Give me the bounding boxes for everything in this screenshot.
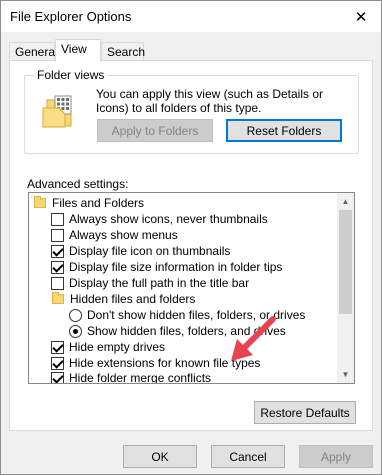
list-item-label: Show hidden files, folders, and drives: [87, 324, 286, 338]
checkbox-display-file-icon[interactable]: [51, 244, 64, 258]
list-item[interactable]: Always show icons, never thumbnails: [51, 211, 268, 227]
reset-folders-button[interactable]: Reset Folders: [226, 119, 342, 142]
folder-icon: [52, 292, 64, 304]
close-icon[interactable]: ✕: [341, 1, 381, 32]
list-item[interactable]: Hide folder merge conflicts: [51, 370, 212, 384]
list-item[interactable]: Display file icon on thumbnails: [51, 243, 230, 259]
list-item[interactable]: Always show menus: [51, 227, 178, 243]
vertical-scrollbar[interactable]: ▲ ▼: [337, 193, 354, 383]
checkbox-hide-empty-drives[interactable]: [51, 340, 64, 354]
checkbox-hide-merge-conflicts[interactable]: [51, 371, 64, 383]
tree-folder-files-and-folders: Files and Folders: [34, 195, 144, 211]
restore-defaults-button[interactable]: Restore Defaults: [254, 401, 356, 424]
folder-views-icon: [42, 95, 72, 128]
apply-to-folders-button[interactable]: Apply to Folders: [97, 119, 213, 142]
list-item-label: Hide extensions for known file types: [69, 356, 261, 370]
list-item-label: Always show menus: [69, 228, 178, 242]
advanced-settings-label: Advanced settings:: [27, 177, 129, 191]
folder-icon: [34, 196, 46, 208]
folder-views-legend: Folder views: [34, 68, 108, 82]
tab-view[interactable]: View: [55, 39, 101, 62]
radio-dont-show-hidden[interactable]: [69, 308, 82, 322]
list-item-label: Display the full path in the title bar: [69, 276, 250, 290]
advanced-settings-list[interactable]: Files and Folders Always show icons, nev…: [28, 192, 355, 384]
list-item[interactable]: Display file size information in folder …: [51, 259, 282, 275]
checkbox-always-show-icons[interactable]: [51, 212, 64, 226]
tab-search[interactable]: Search: [101, 42, 145, 61]
ok-button[interactable]: OK: [123, 445, 197, 468]
checkbox-display-full-path[interactable]: [51, 276, 64, 290]
radio-show-hidden[interactable]: [69, 324, 82, 338]
list-item-label: Display file icon on thumbnails: [69, 244, 231, 258]
folder-views-description: You can apply this view (such as Details…: [96, 87, 324, 115]
checkbox-display-file-size[interactable]: [51, 260, 64, 274]
tab-general[interactable]: General: [9, 42, 58, 61]
checkbox-hide-extensions[interactable]: [51, 356, 64, 370]
window-title: File Explorer Options: [10, 9, 132, 24]
list-item-label: Hidden files and folders: [70, 292, 196, 306]
scrollbar-thumb[interactable]: [339, 210, 352, 314]
chevron-down-icon[interactable]: ▼: [337, 366, 354, 383]
apply-button[interactable]: Apply: [299, 445, 373, 468]
list-item[interactable]: Show hidden files, folders, and drives: [69, 323, 286, 339]
tree-folder-hidden-files: Hidden files and folders: [52, 291, 195, 307]
list-item-label: Hide folder merge conflicts: [69, 371, 212, 384]
cancel-button[interactable]: Cancel: [211, 445, 285, 468]
title-bar: File Explorer Options ✕: [1, 1, 381, 32]
checkbox-always-show-menus[interactable]: [51, 228, 64, 242]
list-item-label: Hide empty drives: [69, 340, 166, 354]
list-item[interactable]: Hide extensions for known file types: [51, 355, 260, 371]
list-item[interactable]: Hide empty drives: [51, 339, 165, 355]
list-item[interactable]: Don't show hidden files, folders, or dri…: [69, 307, 305, 323]
chevron-up-icon[interactable]: ▲: [337, 193, 354, 210]
list-item[interactable]: Display the full path in the title bar: [51, 275, 249, 291]
list-item-label: Files and Folders: [52, 196, 145, 210]
dialog-window: File Explorer Options ✕ General View Sea…: [0, 0, 382, 475]
list-item-label: Display file size information in folder …: [69, 260, 283, 274]
list-item-label: Always show icons, never thumbnails: [69, 212, 268, 226]
list-item-label: Don't show hidden files, folders, or dri…: [87, 308, 306, 322]
